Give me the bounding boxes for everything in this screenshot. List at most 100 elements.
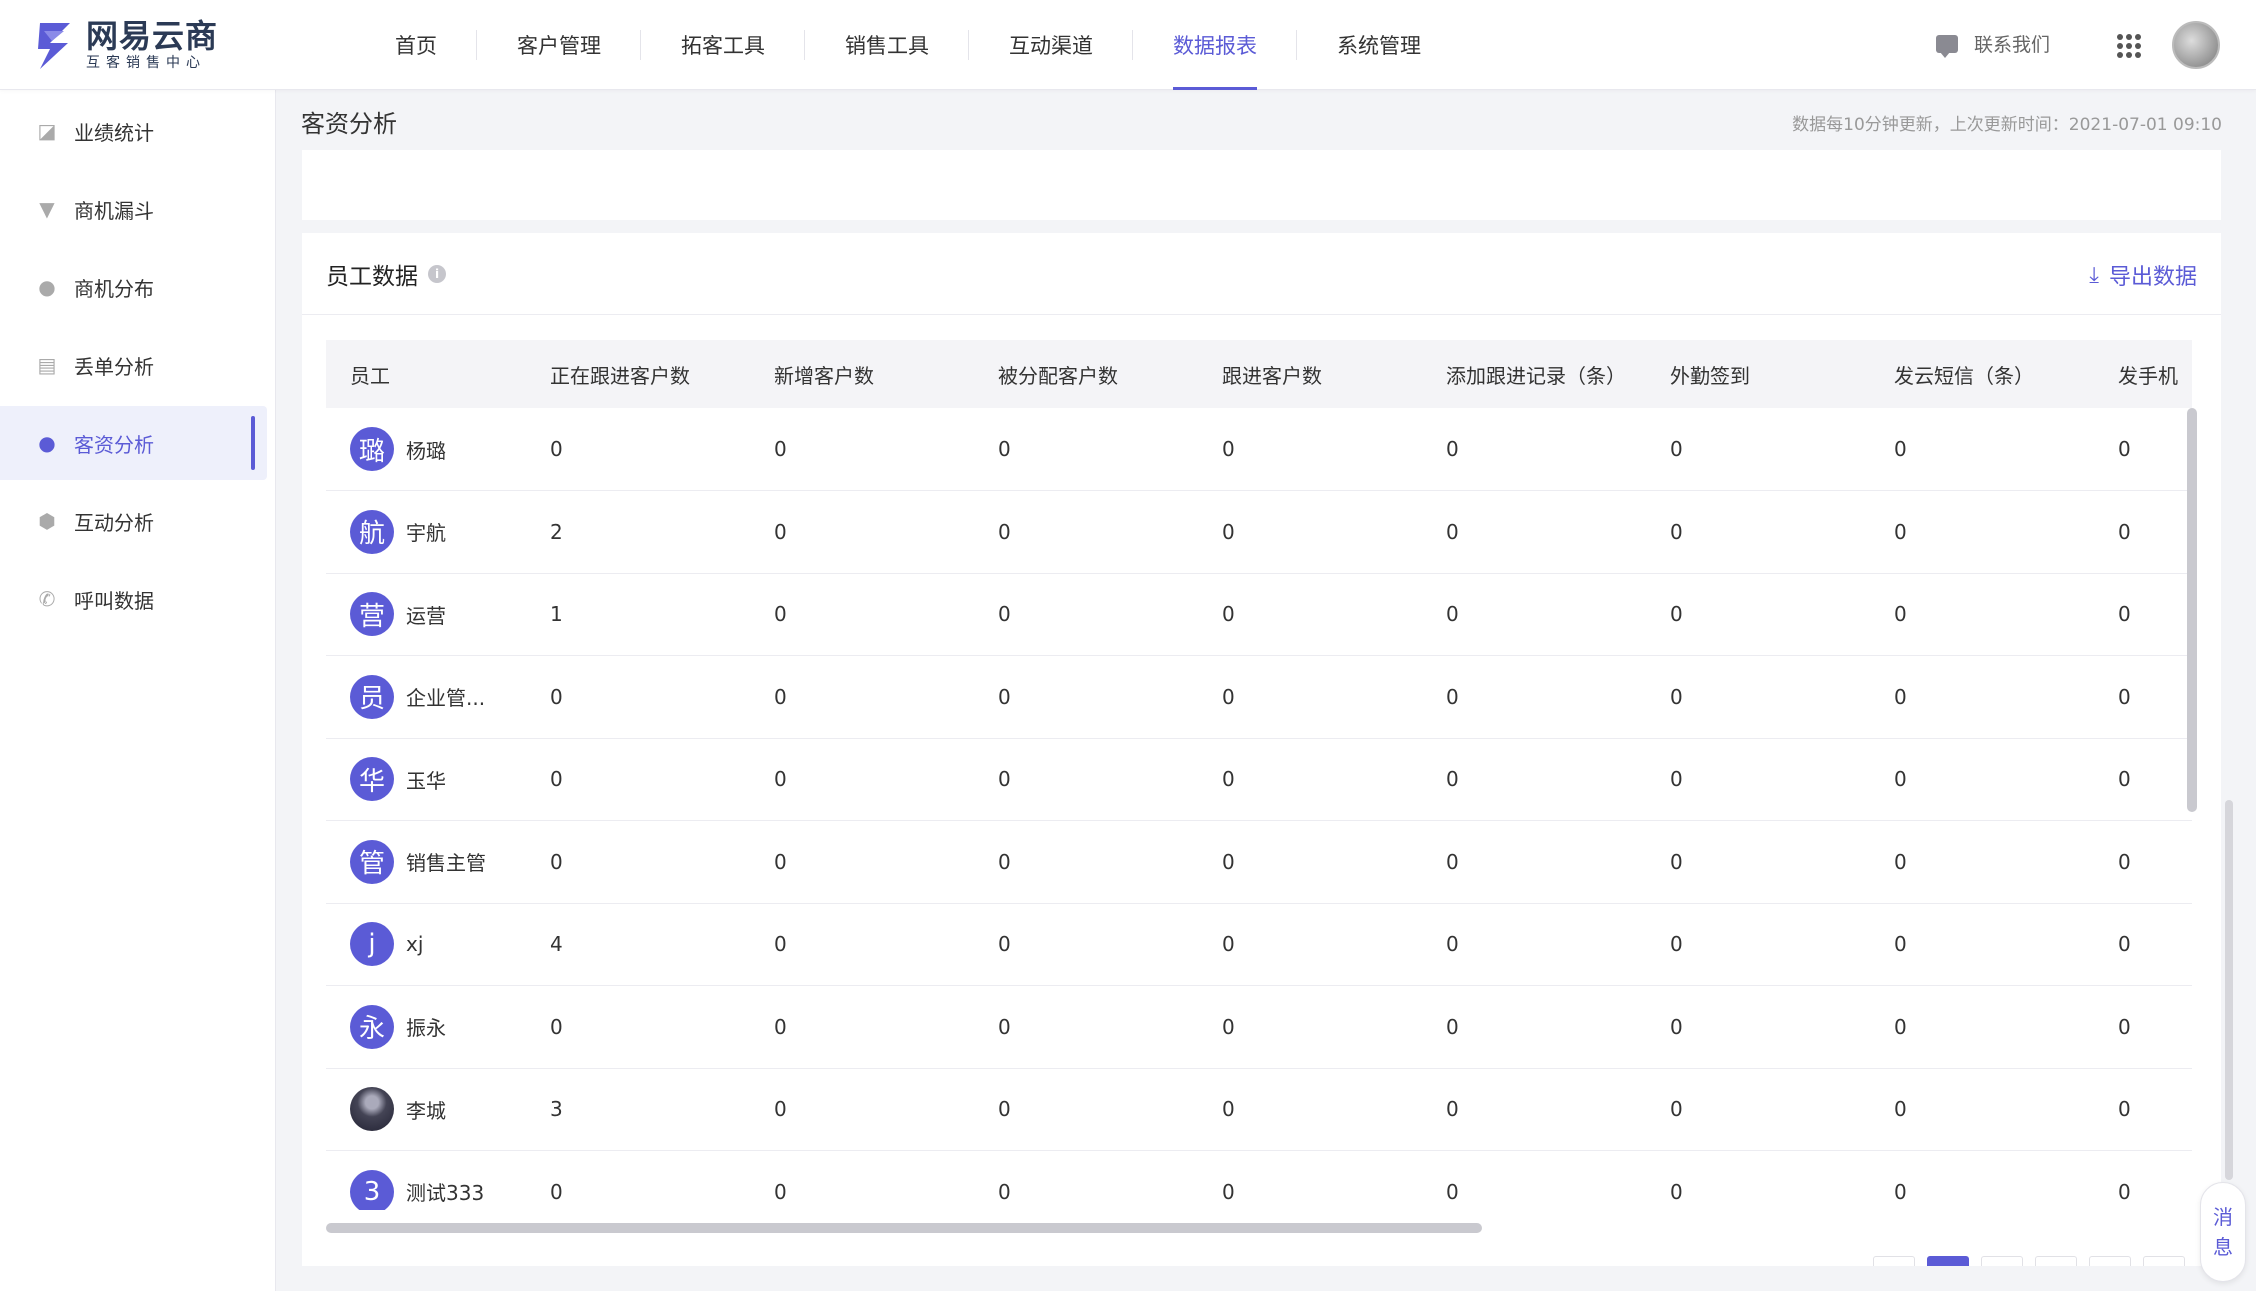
- nav-data-reports[interactable]: 数据报表: [1133, 0, 1297, 90]
- message-button[interactable]: 消 息: [2200, 1182, 2246, 1282]
- sidebar-item-call-data[interactable]: ✆ 呼叫数据: [0, 562, 267, 636]
- column-header: 被分配客户数: [974, 340, 1198, 408]
- page-button-current[interactable]: [1927, 1256, 1969, 1266]
- user-icon: ●: [38, 431, 56, 455]
- column-header: 员工: [326, 340, 526, 408]
- table-cell: 0: [526, 1150, 750, 1210]
- employee-table: 员工 正在跟进客户数 新增客户数 被分配客户数 跟进客户数 添加跟进记录（条） 外勤签到 发云…: [326, 340, 2192, 1210]
- logo-icon: [38, 23, 70, 69]
- nav-label: 互动渠道: [1009, 34, 1093, 58]
- contact-us-label: 联系我们: [1974, 34, 2051, 56]
- table-cell: 0: [750, 655, 974, 739]
- employee-name: 企业管...: [406, 686, 486, 711]
- update-note: 数据每10分钟更新，上次更新时间：2021-07-01 09:10: [1792, 115, 2222, 135]
- table-cell: 0: [1646, 573, 1870, 656]
- table-cell: 0: [1646, 738, 1870, 821]
- table-cell: 0: [2094, 738, 2192, 821]
- table-row[interactable]: 管销售主管 0 0 0 0 0 0 0 0: [326, 820, 2192, 904]
- employee-data-card: 员工数据 i ⤓ 导出数据 员工 正在跟进客户数 新增客户数 被分配客户数 跟进客户数添…: [302, 233, 2221, 1266]
- table-cell: 0: [1870, 1068, 2094, 1151]
- page-button[interactable]: [2143, 1256, 2185, 1266]
- brand-logo[interactable]: 网易云商 互客销售中心: [34, 17, 218, 73]
- table-cell: 0: [1422, 985, 1646, 1069]
- sidebar-item-performance[interactable]: ◪ 业绩统计: [0, 94, 267, 168]
- employee-table-container[interactable]: 员工 正在跟进客户数 新增客户数 被分配客户数 跟进客户数 添加跟进记录（条） 外勤签到 发云…: [326, 340, 2192, 1210]
- table-cell: 0: [974, 738, 1198, 821]
- table-cell: 0: [1870, 573, 2094, 656]
- page-button[interactable]: [2035, 1256, 2077, 1266]
- table-cell: 0: [974, 820, 1198, 904]
- export-label: 导出数据: [2108, 265, 2197, 290]
- sidebar-item-interaction-analysis[interactable]: ⬢ 互动分析: [0, 484, 267, 558]
- export-data-button[interactable]: ⤓ 导出数据: [2089, 259, 2197, 291]
- user-avatar[interactable]: [2172, 21, 2220, 69]
- table-cell: 0: [526, 408, 750, 491]
- table-cell: 0: [750, 573, 974, 656]
- table-row[interactable]: 华玉华 0 0 0 0 0 0 0 0: [326, 738, 2192, 821]
- table-cell: 0: [1870, 655, 2094, 739]
- employee-cell: j xj: [326, 903, 526, 986]
- table-row[interactable]: 营运营 1 0 0 0 0 0 0 0: [326, 573, 2192, 656]
- contact-us-link[interactable]: 联系我们: [1936, 30, 2051, 58]
- nav-sales-tools[interactable]: 销售工具: [805, 0, 969, 90]
- table-cell: 4: [526, 903, 750, 986]
- table-cell: 0: [1422, 408, 1646, 491]
- employee-cell: 李城: [326, 1068, 526, 1151]
- avatar: 璐: [350, 427, 394, 471]
- page-button[interactable]: [1981, 1256, 2023, 1266]
- table-row[interactable]: 航宇航 2 0 0 0 0 0 0 0: [326, 490, 2192, 574]
- funnel-icon: ▼: [39, 197, 55, 221]
- sidebar-item-label: 商机漏斗: [74, 198, 154, 223]
- table-cell: 0: [1198, 820, 1422, 904]
- table-row[interactable]: 李城 3 0 0 0 0 0 0 0: [326, 1068, 2192, 1151]
- table-vertical-scrollbar[interactable]: [2187, 408, 2197, 812]
- page-button[interactable]: [2089, 1256, 2131, 1266]
- table-row[interactable]: 永振永 0 0 0 0 0 0 0 0: [326, 985, 2192, 1069]
- chat-bubble-icon: [1936, 34, 1958, 58]
- info-icon[interactable]: i: [428, 264, 446, 283]
- table-row[interactable]: 3 测试333 0 0 0 0 0 0 0 0: [326, 1150, 2192, 1210]
- employee-name: xj: [406, 932, 424, 957]
- table-row[interactable]: 员企业管... 0 0 0 0 0 0 0 0: [326, 655, 2192, 739]
- phone-icon: ✆: [38, 587, 56, 611]
- nav-prospecting-tools[interactable]: 拓客工具: [641, 0, 805, 90]
- top-navigation-bar: 网易云商 互客销售中心 首页 客户管理 拓客工具 销售工具 互动渠道 数据报表 …: [0, 0, 2256, 90]
- table-cell: 0: [1646, 1068, 1870, 1151]
- table-cell: 0: [750, 738, 974, 821]
- avatar: 员: [350, 674, 394, 719]
- sidebar-item-customer-analysis[interactable]: ● 客资分析: [0, 406, 267, 480]
- sidebar-item-funnel[interactable]: ▼ 商机漏斗: [0, 172, 267, 246]
- table-cell: 0: [1198, 903, 1422, 986]
- avatar: 航: [350, 509, 394, 554]
- table-cell: 0: [1422, 738, 1646, 821]
- nav-label: 拓客工具: [681, 34, 765, 58]
- table-row[interactable]: 璐杨璐 0 0 0 0 0 0 0 0: [326, 408, 2192, 491]
- column-header: 正在跟进客户数: [526, 340, 750, 408]
- page-button[interactable]: [1873, 1256, 1915, 1266]
- grid-icon[interactable]: [2117, 34, 2141, 58]
- table-row[interactable]: j xj 4 0 0 0 0 0 0 0: [326, 903, 2192, 986]
- table-cell: 0: [1646, 820, 1870, 904]
- nav-system-management[interactable]: 系统管理: [1297, 0, 1461, 90]
- table-cell: 0: [1870, 408, 2094, 491]
- avatar: [350, 1087, 394, 1132]
- nav-home[interactable]: 首页: [355, 0, 477, 90]
- sidebar-item-distribution[interactable]: ● 商机分布: [0, 250, 267, 324]
- active-indicator: [251, 416, 255, 470]
- horizontal-scrollbar[interactable]: [326, 1223, 1482, 1233]
- table-cell: 0: [1198, 738, 1422, 821]
- avatar: 3: [350, 1169, 394, 1210]
- page-title: 客资分析: [301, 110, 397, 138]
- nav-customer-management[interactable]: 客户管理: [477, 0, 641, 90]
- table-cell: 0: [1646, 1150, 1870, 1210]
- employee-name: 李城: [406, 1098, 446, 1123]
- nav-label: 首页: [395, 34, 437, 58]
- nav-interaction-channels[interactable]: 互动渠道: [969, 0, 1133, 90]
- chart-icon: ◪: [37, 119, 57, 143]
- page-vertical-scrollbar[interactable]: [2225, 800, 2233, 1180]
- table-cell: 0: [750, 820, 974, 904]
- table-cell: 0: [1646, 408, 1870, 491]
- table-cell: 0: [2094, 820, 2192, 904]
- table-cell: 1: [526, 573, 750, 656]
- sidebar-item-lost-deals[interactable]: ▤ 丢单分析: [0, 328, 267, 402]
